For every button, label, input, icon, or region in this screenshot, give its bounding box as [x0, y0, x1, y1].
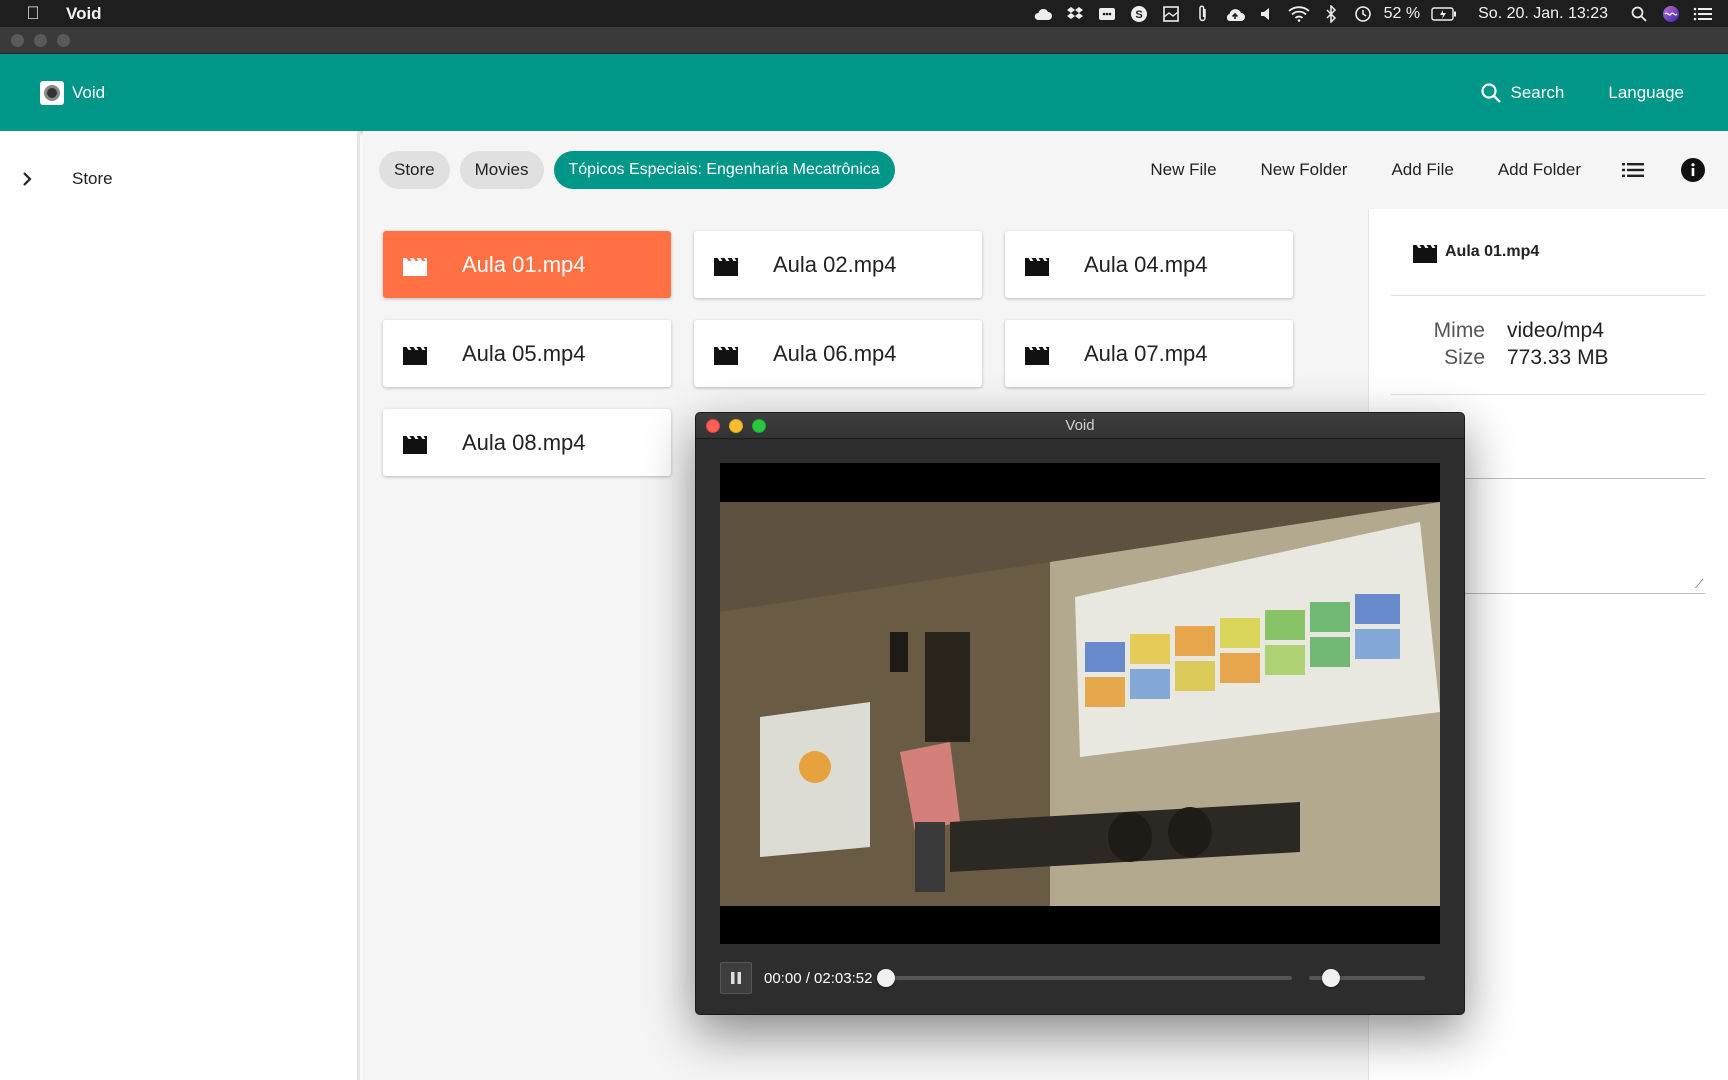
video-frame[interactable] [720, 463, 1440, 944]
file-card[interactable]: Aula 08.mp4 [383, 409, 671, 476]
movie-clapper-icon [714, 346, 738, 365]
video-player-window: Void 00:00 / 02:03:52 [695, 412, 1465, 1015]
list-view-icon[interactable] [1618, 155, 1648, 185]
dropbox-icon[interactable] [1064, 3, 1086, 25]
app-logo-icon [40, 80, 64, 105]
battery-percent: 52 % [1383, 4, 1421, 22]
skype-icon[interactable]: S [1128, 3, 1150, 25]
apple-menu-icon[interactable]:  [0, 3, 66, 24]
movie-clapper-icon [1025, 346, 1049, 365]
playback-time: 00:00 / 02:03:52 [764, 969, 873, 987]
chevron-right-icon[interactable] [18, 171, 36, 187]
breadcrumb-store[interactable]: Store [379, 151, 450, 189]
divider [1391, 295, 1705, 296]
file-card[interactable]: Aula 06.mp4 [694, 320, 982, 387]
file-name: Aula 05.mp4 [462, 340, 586, 366]
search-label: Search [1510, 82, 1565, 102]
dots-app-icon[interactable] [1096, 3, 1118, 25]
search-icon [1481, 82, 1502, 103]
movie-clapper-icon [403, 346, 427, 365]
file-name: Aula 06.mp4 [773, 340, 897, 366]
mime-label: Mime [1433, 319, 1485, 342]
toolbar: Store Movies Tópicos Especiais: Engenhar… [363, 131, 1728, 209]
file-card[interactable]: Aula 07.mp4 [1005, 320, 1293, 387]
app-header: Void Search Language [0, 54, 1728, 131]
pause-icon [731, 972, 741, 984]
new-folder-button[interactable]: New Folder [1239, 160, 1370, 180]
document-icon[interactable] [1160, 3, 1182, 25]
volume-slider-handle[interactable] [1322, 969, 1341, 987]
player-title: Void [1065, 417, 1095, 434]
player-titlebar: Void [696, 413, 1464, 439]
seek-slider[interactable] [877, 969, 1293, 987]
time-machine-icon[interactable] [1352, 3, 1374, 25]
cloud-upload-icon[interactable] [1224, 3, 1246, 25]
movie-clapper-icon [403, 257, 427, 276]
sidebar-item-label: Store [72, 169, 113, 188]
file-card[interactable]: Aula 05.mp4 [383, 320, 671, 387]
menubar-app-name[interactable]: Void [66, 4, 102, 24]
file-name: Aula 02.mp4 [773, 251, 897, 277]
details-file-name: Aula 01.mp4 [1445, 243, 1540, 260]
divider [1391, 394, 1705, 395]
add-file-button[interactable]: Add File [1369, 160, 1475, 180]
window-minimize-button[interactable] [34, 34, 47, 47]
movie-clapper-icon [1025, 257, 1049, 276]
siri-icon[interactable] [1660, 3, 1682, 25]
menu-bar:  Void S [0, 0, 1728, 27]
app-brand[interactable]: Void [72, 83, 105, 103]
file-card[interactable]: Aula 02.mp4 [694, 231, 982, 298]
window-close-button[interactable] [11, 34, 24, 47]
file-name: Aula 07.mp4 [1084, 340, 1208, 366]
seek-slider-handle[interactable] [877, 969, 896, 987]
new-file-button[interactable]: New File [1128, 160, 1238, 180]
file-name: Aula 04.mp4 [1084, 251, 1208, 277]
file-card[interactable]: Aula 01.mp4 [383, 231, 671, 298]
bluetooth-icon[interactable] [1320, 3, 1342, 25]
size-label: Size [1444, 346, 1485, 369]
cloud-icon[interactable] [1032, 3, 1054, 25]
resize-handle-icon[interactable]: ⟋ [1695, 577, 1703, 592]
file-metadata: Mime video/mp4 Size 773.33 MB [1409, 319, 1609, 373]
volume-icon[interactable] [1256, 3, 1278, 25]
details-title: Aula 01.mp4 [1413, 241, 1539, 263]
breadcrumb-movies[interactable]: Movies [459, 151, 544, 189]
sidebar: Store [0, 131, 360, 1080]
window-zoom-button[interactable] [57, 34, 70, 47]
svg-text:S: S [1135, 9, 1142, 21]
notification-center-icon[interactable] [1692, 3, 1714, 25]
movie-clapper-icon [714, 257, 738, 276]
wifi-icon[interactable] [1288, 3, 1310, 25]
info-icon[interactable] [1678, 155, 1708, 185]
video-image [720, 502, 1440, 906]
sidebar-item-store[interactable]: Store [18, 169, 113, 189]
paperclip-icon[interactable] [1192, 3, 1214, 25]
file-card[interactable]: Aula 04.mp4 [1005, 231, 1293, 298]
search-button[interactable]: Search [1480, 82, 1564, 104]
battery-icon[interactable] [1430, 3, 1458, 25]
language-button[interactable]: Language [1608, 83, 1684, 103]
window-titlebar [0, 27, 1728, 54]
add-folder-button[interactable]: Add Folder [1476, 160, 1603, 180]
menubar-clock[interactable]: So. 20. Jan. 13:23 [1478, 5, 1608, 23]
volume-slider[interactable] [1309, 969, 1426, 987]
file-name: Aula 08.mp4 [462, 429, 586, 455]
player-controls: 00:00 / 02:03:52 [720, 961, 1440, 995]
size-value: 773.33 MB [1507, 346, 1609, 369]
spotlight-search-icon[interactable] [1628, 3, 1650, 25]
movie-clapper-icon [1413, 245, 1437, 263]
mime-value: video/mp4 [1507, 319, 1604, 342]
movie-clapper-icon [403, 435, 427, 454]
breadcrumb-current-folder[interactable]: Tópicos Especiais: Engenharia Mecatrônic… [553, 151, 895, 189]
file-name: Aula 01.mp4 [462, 251, 586, 277]
pause-button[interactable] [720, 962, 752, 994]
